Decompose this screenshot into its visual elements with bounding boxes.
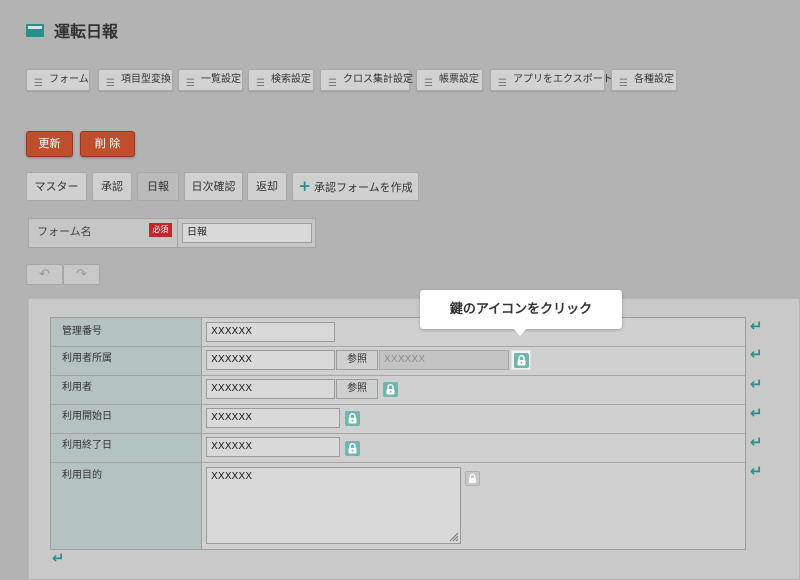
list-icon: ☰ [256, 78, 265, 89]
enter-icon[interactable]: ↵ [750, 346, 764, 362]
divider [51, 375, 745, 376]
user-department-input[interactable]: XXXXXX [206, 350, 335, 370]
window-icon [26, 24, 44, 37]
tooltip: 鍵のアイコンをクリック [420, 290, 622, 329]
resize-grip-icon[interactable] [449, 532, 459, 542]
tab-form[interactable]: ☰ フォーム [26, 69, 90, 91]
divider [177, 219, 178, 247]
tab-field-type-convert[interactable]: ☰ 項目型変換 [98, 69, 173, 91]
field-label-user-department: 利用者所属 [62, 353, 112, 364]
field-label-user: 利用者 [62, 382, 92, 393]
list-icon: ☰ [328, 78, 337, 89]
list-icon: ☰ [424, 78, 433, 89]
list-icon: ☰ [619, 78, 628, 89]
enter-icon[interactable]: ↵ [750, 463, 764, 479]
divider [51, 404, 745, 405]
divider [51, 462, 745, 463]
required-badge: 必須 [149, 223, 172, 237]
tab-list-settings[interactable]: ☰ 一覧設定 [178, 69, 243, 91]
enter-icon[interactable]: ↵ [750, 405, 764, 421]
update-button[interactable]: 更新 [26, 131, 73, 157]
lock-icon[interactable] [514, 353, 529, 368]
divider [51, 346, 745, 347]
reference-button[interactable]: 参照 [336, 379, 378, 399]
form-tab-approval[interactable]: 承認 [92, 172, 132, 201]
user-input[interactable]: XXXXXX [206, 379, 335, 399]
form-name-label: フォーム名 [37, 225, 92, 238]
end-date-input[interactable]: XXXXXX [206, 437, 340, 457]
list-icon: ☰ [106, 78, 115, 89]
enter-icon[interactable]: ↵ [750, 434, 764, 450]
enter-icon[interactable]: ↵ [750, 376, 764, 392]
form-name-input[interactable]: 日報 [182, 223, 312, 243]
page-title: 運転日報 [54, 22, 119, 41]
undo-button[interactable]: ↶ [26, 264, 63, 285]
field-label-end-date: 利用終了日 [62, 440, 112, 451]
form-tab-master[interactable]: マスター [26, 172, 87, 201]
redo-icon: ↷ [76, 267, 87, 282]
field-label-purpose: 利用目的 [62, 470, 102, 481]
list-icon: ☰ [498, 78, 507, 89]
redo-button[interactable]: ↷ [63, 264, 100, 285]
divider [51, 433, 745, 434]
tab-export-app[interactable]: ☰ アプリをエクスポート [490, 69, 613, 91]
undo-icon: ↶ [39, 267, 50, 282]
enter-icon[interactable]: ↵ [750, 318, 764, 334]
list-icon: ☰ [186, 78, 195, 89]
field-label-management-no: 管理番号 [62, 326, 102, 337]
delete-button[interactable]: 削 除 [80, 131, 135, 157]
management-no-input[interactable]: XXXXXX [206, 322, 335, 342]
plus-icon: + [298, 177, 311, 195]
lock-icon[interactable] [345, 441, 360, 456]
user-department-ref-input: XXXXXX [379, 350, 509, 370]
tab-search-settings[interactable]: ☰ 検索設定 [248, 69, 314, 91]
lock-icon[interactable] [345, 411, 360, 426]
tooltip-arrow [513, 328, 527, 336]
form-tab-daily-check[interactable]: 日次確認 [184, 172, 243, 201]
form-tab-daily-report[interactable]: 日報 [137, 172, 179, 201]
field-label-start-date: 利用開始日 [62, 411, 112, 422]
tab-report-settings[interactable]: ☰ 帳票設定 [416, 69, 483, 91]
lock-icon[interactable] [383, 382, 398, 397]
start-date-input[interactable]: XXXXXX [206, 408, 340, 428]
reference-button[interactable]: 参照 [336, 350, 378, 370]
purpose-textarea[interactable]: XXXXXX [206, 467, 461, 544]
lock-icon[interactable] [465, 471, 480, 486]
tab-misc-settings[interactable]: ☰ 各種設定 [611, 69, 677, 91]
enter-icon[interactable]: ↵ [52, 550, 66, 566]
form-tab-return[interactable]: 返却 [247, 172, 287, 201]
list-icon: ☰ [34, 78, 43, 89]
create-approval-form-button[interactable]: + 承認フォームを作成 [292, 172, 419, 201]
tab-crosstab-settings[interactable]: ☰ クロス集計設定 [320, 69, 413, 91]
